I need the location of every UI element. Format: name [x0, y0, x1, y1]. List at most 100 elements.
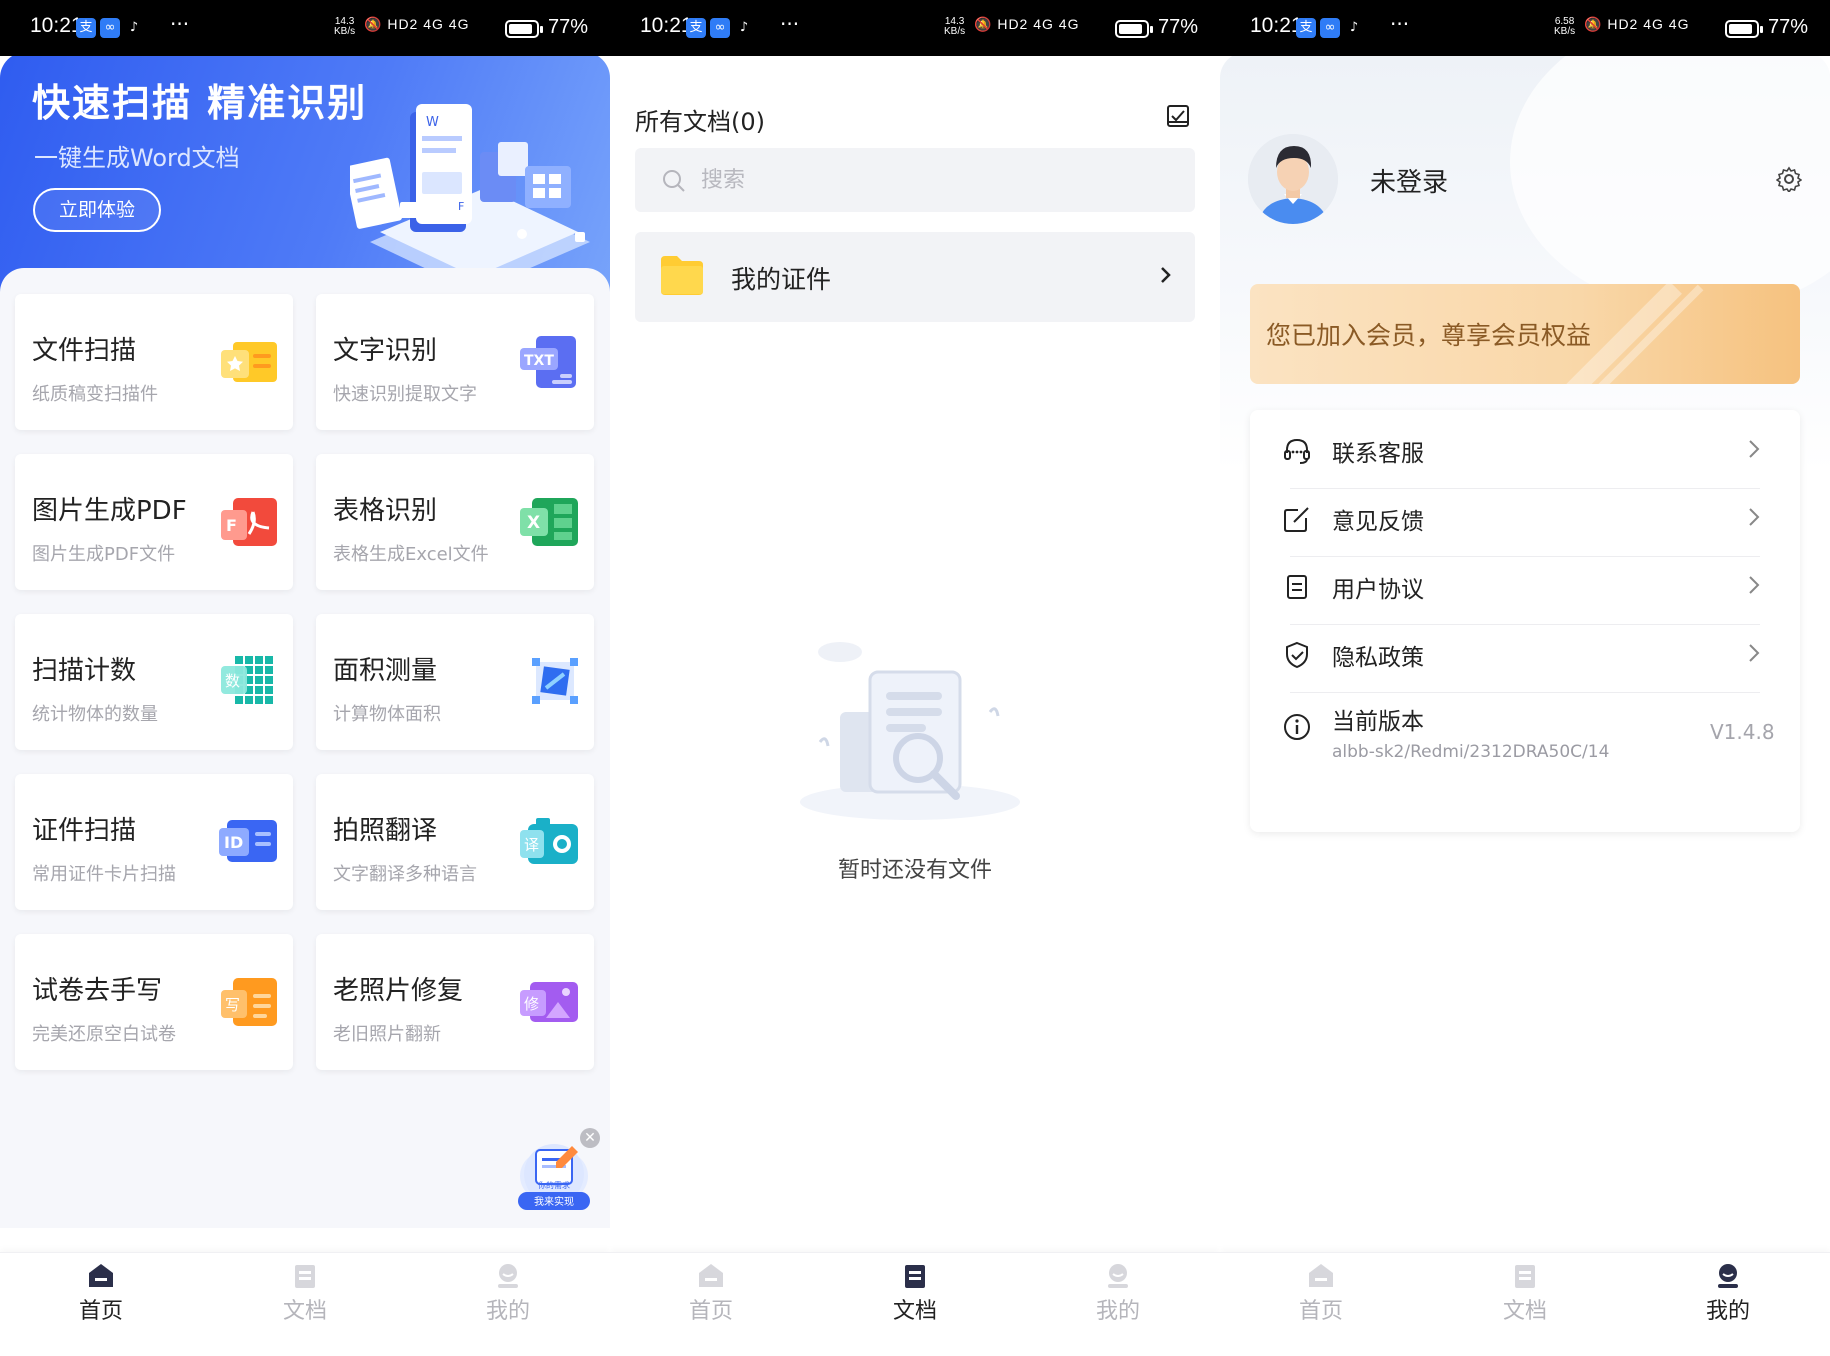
card-area-measure[interactable]: 面积测量 计算物体面积: [316, 614, 594, 750]
try-now-button[interactable]: 立即体验: [33, 188, 161, 232]
card-id-scan[interactable]: 证件扫描 常用证件卡片扫描 ID: [15, 774, 293, 910]
photo-repair-icon: 修: [520, 982, 578, 1022]
tab-docs[interactable]: 文档: [245, 1261, 365, 1325]
card-subtitle: 文字翻译多种语言: [333, 864, 477, 885]
system-nav-bar: [1220, 1330, 1830, 1356]
home-content: 快速扫描 精准识别 一键生成Word文档 立即体验 W F 文件扫描 纸质稿变扫…: [0, 52, 610, 1356]
docs-icon: [905, 1265, 925, 1288]
card-photo-translate[interactable]: 拍照翻译 文字翻译多种语言 译: [316, 774, 594, 910]
tiktok-icon: ♪: [124, 18, 144, 38]
card-title: 试卷去手写: [32, 976, 163, 1006]
card-title: 拍照翻译: [333, 816, 438, 846]
tab-mine[interactable]: 我的: [1058, 1261, 1178, 1325]
folder-my-documents[interactable]: 我的证件: [635, 232, 1195, 322]
card-scan-count[interactable]: 扫描计数 统计物体的数量 数: [15, 614, 293, 750]
vip-banner[interactable]: 您已加入会员，尊享会员权益: [1250, 284, 1800, 384]
card-image-to-pdf[interactable]: 图片生成PDF 图片生成PDF文件 F: [15, 454, 293, 590]
battery-percent: 77%: [548, 16, 589, 38]
multi-select-icon[interactable]: [1166, 104, 1190, 128]
signal-icons: 🔕 HD2 4G 4G: [974, 16, 1080, 32]
battery-icon: [505, 20, 543, 38]
version-label: 当前版本: [1332, 709, 1424, 735]
id-card-icon: ID: [219, 820, 277, 862]
user-icon: [498, 1264, 518, 1288]
card-text-ocr[interactable]: 文字识别 快速识别提取文字 TXT: [316, 294, 594, 430]
card-title: 表格识别: [333, 496, 438, 526]
card-subtitle: 表格生成Excel文件: [333, 544, 489, 565]
bottom-tab-bar: 首页 文档 我的: [610, 1252, 1220, 1330]
card-file-scan[interactable]: 文件扫描 纸质稿变扫描件: [15, 294, 293, 430]
card-subtitle: 纸质稿变扫描件: [32, 384, 158, 405]
tab-home[interactable]: 首页: [651, 1261, 771, 1325]
svg-text:W: W: [426, 115, 439, 130]
card-exam-remove-handwriting[interactable]: 试卷去手写 完美还原空白试卷 写: [15, 934, 293, 1070]
pdf-icon: F: [221, 498, 277, 546]
svg-text:数: 数: [225, 672, 240, 690]
banner-subtitle: 一键生成Word文档: [34, 144, 240, 172]
card-subtitle: 快速识别提取文字: [333, 384, 477, 405]
app-root: 10:21 支 ∞ ♪ ··· 14.3 KB/s 🔕 HD2 4G 4G 77%…: [0, 0, 1830, 1356]
menu-version[interactable]: 当前版本 albb-sk2/Redmi/2312DRA50C/14 V1.4.8: [1250, 684, 1800, 784]
alipay-icon: 支: [686, 18, 706, 38]
tab-docs[interactable]: 文档: [1465, 1261, 1585, 1325]
bottom-tab-bar: 首页 文档 我的: [0, 1252, 610, 1330]
card-subtitle: 完美还原空白试卷: [32, 1024, 176, 1045]
avatar[interactable]: [1248, 134, 1338, 224]
file-scan-icon: [221, 342, 277, 382]
menu-label: 意见反馈: [1332, 509, 1424, 535]
search-icon: [663, 170, 685, 192]
document-icon: [1287, 575, 1307, 599]
svg-text:修: 修: [524, 995, 539, 1013]
menu-privacy-policy[interactable]: 隐私政策: [1250, 614, 1800, 693]
mine-content: 未登录 您已加入会员，尊享会员权益 联系客服 意见反馈 用户协议 隐私政策 当前…: [1220, 52, 1830, 1356]
menu-label: 用户协议: [1332, 577, 1424, 603]
battery-icon: [1725, 20, 1763, 38]
status-bar: 10:21 支 ∞ ♪ ··· 14.3 KB/s 🔕 HD2 4G 4G 77%: [610, 0, 1220, 56]
status-bar: 10:21 支 ∞ ♪ ··· 14.3 KB/s 🔕 HD2 4G 4G 77%: [0, 0, 610, 56]
card-subtitle: 图片生成PDF文件: [32, 544, 176, 565]
cloud-app-icon: ∞: [1320, 18, 1340, 38]
folder-label: 我的证件: [731, 265, 832, 294]
svg-text:ID: ID: [224, 833, 243, 852]
svg-text:写: 写: [225, 996, 240, 1014]
tiktok-icon: ♪: [734, 18, 754, 38]
more-notifications-icon: ···: [1390, 12, 1410, 36]
chevron-right-icon: [1749, 440, 1760, 458]
battery-percent: 77%: [1768, 16, 1809, 38]
login-status[interactable]: 未登录: [1370, 162, 1448, 199]
tab-mine[interactable]: 我的: [1668, 1261, 1788, 1325]
tab-docs[interactable]: 文档: [855, 1261, 975, 1325]
tab-mine[interactable]: 我的: [448, 1261, 568, 1325]
menu-label: 隐私政策: [1332, 645, 1424, 671]
gear-icon[interactable]: [1776, 166, 1802, 192]
settings-menu: 联系客服 意见反馈 用户协议 隐私政策 当前版本 albb-sk2/Redmi/…: [1250, 410, 1800, 832]
home-screen: 10:21 支 ∞ ♪ ··· 14.3 KB/s 🔕 HD2 4G 4G 77%…: [0, 0, 610, 1356]
signal-icons: 🔕 HD2 4G 4G: [364, 16, 470, 32]
svg-text:X: X: [527, 513, 540, 533]
version-detail: albb-sk2/Redmi/2312DRA50C/14: [1332, 742, 1610, 762]
docs-screen: 10:21 支 ∞ ♪ ··· 14.3 KB/s 🔕 HD2 4G 4G 77%…: [610, 0, 1220, 1356]
feature-request-badge[interactable]: 你的需求 我来实现: [516, 1132, 592, 1216]
page-title: 所有文档(0): [635, 108, 765, 136]
txt-icon: TXT: [520, 336, 576, 388]
battery-icon: [1115, 20, 1153, 38]
search-bar[interactable]: [635, 148, 1195, 212]
edit-icon: [1284, 507, 1309, 532]
vip-text: 您已加入会员，尊享会员权益: [1266, 321, 1592, 350]
empty-documents-illustration-icon: [800, 642, 1020, 820]
tab-home[interactable]: 首页: [1261, 1261, 1381, 1325]
svg-text:F: F: [226, 516, 237, 535]
card-old-photo-repair[interactable]: 老照片修复 老旧照片翻新 修: [316, 934, 594, 1070]
search-input[interactable]: [701, 160, 1161, 200]
status-time: 10:21: [1250, 14, 1303, 37]
card-title: 扫描计数: [32, 656, 137, 686]
cloud-app-icon: ∞: [710, 18, 730, 38]
card-subtitle: 常用证件卡片扫描: [32, 864, 176, 885]
card-table-ocr[interactable]: 表格识别 表格生成Excel文件 X: [316, 454, 594, 590]
signal-icons: 🔕 HD2 4G 4G: [1584, 16, 1690, 32]
shield-icon: [1286, 641, 1308, 669]
tab-home[interactable]: 首页: [41, 1261, 161, 1325]
chevron-right-icon: [1161, 267, 1171, 283]
status-time: 10:21: [30, 14, 83, 37]
mine-screen: 10:21 支 ∞ ♪ ··· 6.58 KB/s 🔕 HD2 4G 4G 77%…: [1220, 0, 1830, 1356]
